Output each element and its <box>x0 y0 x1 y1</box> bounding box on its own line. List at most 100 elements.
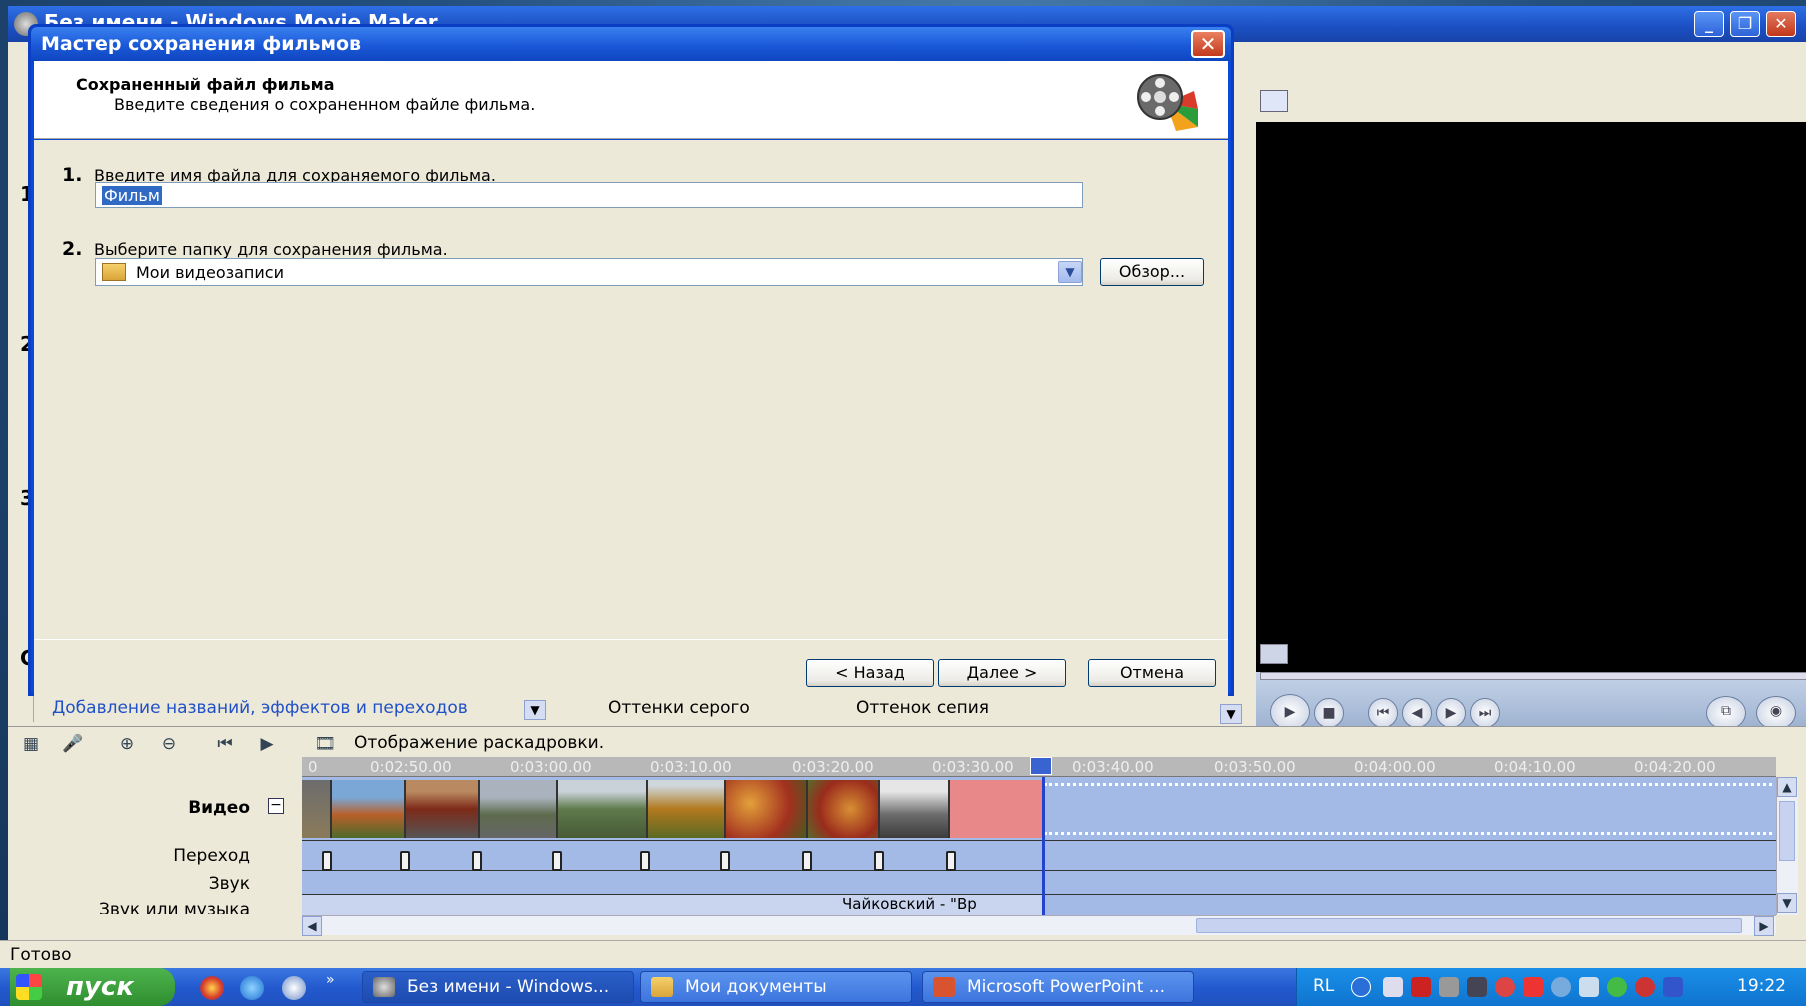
ie-icon[interactable] <box>240 976 264 1000</box>
video-clip[interactable] <box>880 780 950 838</box>
effects-link[interactable]: Добавление названий, эффектов и переходо… <box>52 698 468 718</box>
preview-monitor <box>1256 122 1806 672</box>
taskbar: пуск » Без имени - Windows... Мои докуме… <box>0 968 1806 1006</box>
transition-marker[interactable] <box>472 851 482 871</box>
network-icon[interactable] <box>1579 977 1599 997</box>
chevron-down-icon[interactable]: ▼ <box>1058 261 1082 283</box>
video-clip[interactable] <box>332 780 406 838</box>
tick-label: 0:03:00.00 <box>510 758 592 776</box>
task-my-documents[interactable]: Мои документы <box>640 971 912 1003</box>
fullscreen-icon[interactable] <box>1260 644 1288 664</box>
transition-marker[interactable] <box>802 851 812 871</box>
rewind-icon[interactable]: ⏮ <box>214 733 236 755</box>
video-clip[interactable] <box>480 780 558 838</box>
scroll-thumb[interactable] <box>1779 801 1795 861</box>
split-icon[interactable]: ⧉ <box>1706 696 1746 730</box>
language-indicator[interactable]: RL <box>1313 976 1334 996</box>
filmstrip-icon[interactable]: 🎞 <box>314 733 336 755</box>
timeline-tracks: Чайковский - "Вр <box>302 777 1776 915</box>
tray-app-icon[interactable] <box>1607 977 1627 997</box>
main-close-button[interactable]: ✕ <box>1766 11 1796 37</box>
video-clip[interactable] <box>648 780 726 838</box>
vertical-scrollbar[interactable]: ▲ ▼ <box>1776 777 1798 915</box>
tick-label: 0:03:20.00 <box>792 758 874 776</box>
zoom-in-icon[interactable]: ⊕ <box>116 733 138 755</box>
tick-label: 0:04:10.00 <box>1494 758 1576 776</box>
quicklaunch-more-icon[interactable]: » <box>326 972 335 988</box>
narrate-icon[interactable]: 🎤 <box>62 733 84 755</box>
audio-track[interactable] <box>302 871 1776 895</box>
video-clip[interactable] <box>406 780 480 838</box>
playhead-handle[interactable] <box>1030 757 1052 775</box>
chevron-down-icon[interactable]: ▼ <box>524 700 546 720</box>
video-clip-title[interactable] <box>950 780 1042 838</box>
preview-toolbar <box>1248 42 1806 122</box>
tray-app-icon[interactable] <box>1383 977 1403 997</box>
opera-icon[interactable] <box>200 976 224 1000</box>
transition-marker[interactable] <box>640 851 650 871</box>
video-clip[interactable] <box>302 780 332 838</box>
next-button[interactable]: Далее > <box>938 659 1066 687</box>
scroll-up-icon[interactable]: ▲ <box>1777 777 1797 797</box>
task-powerpoint[interactable]: Microsoft PowerPoint ... <box>922 971 1194 1003</box>
transition-marker[interactable] <box>874 851 884 871</box>
transition-marker[interactable] <box>400 851 410 871</box>
tick-label: 0:04:00.00 <box>1354 758 1436 776</box>
video-clip[interactable] <box>808 780 880 838</box>
scroll-right-icon[interactable]: ▶ <box>1754 916 1774 936</box>
step-forward-icon[interactable]: ▶ <box>1436 698 1466 728</box>
dialog-close-button[interactable]: ✕ <box>1191 30 1225 58</box>
tray-app-icon[interactable] <box>1439 977 1459 997</box>
tray-app-icon[interactable] <box>1467 977 1487 997</box>
stop-icon[interactable]: ■ <box>1314 698 1344 728</box>
scroll-left-icon[interactable]: ◀ <box>302 916 322 936</box>
horizontal-scrollbar[interactable]: ◀ ▶ <box>302 915 1776 936</box>
transition-track[interactable] <box>302 841 1776 871</box>
video-track[interactable] <box>302 777 1776 841</box>
previous-icon[interactable]: ⏮ <box>1368 698 1398 728</box>
collapse-icon[interactable]: − <box>268 798 284 814</box>
play-timeline-icon[interactable]: ▶ <box>256 733 278 755</box>
next-icon[interactable]: ⏭ <box>1470 698 1500 728</box>
effect-grayscale[interactable]: Оттенки серого <box>608 698 750 718</box>
storyboard-toggle[interactable]: Отображение раскадровки. <box>354 733 604 753</box>
music-clip[interactable]: Чайковский - "Вр <box>302 895 1044 915</box>
windows-logo-icon <box>16 974 42 1000</box>
tray-app-icon[interactable] <box>1635 977 1655 997</box>
restore-button[interactable]: ❐ <box>1730 11 1760 37</box>
tick-label: 0:03:50.00 <box>1214 758 1296 776</box>
tray-expand-icon[interactable] <box>1351 977 1371 997</box>
cancel-button[interactable]: Отмена <box>1088 659 1216 687</box>
storyboard-icon[interactable]: ▦ <box>20 733 42 755</box>
scroll-down-icon[interactable]: ▼ <box>1777 893 1797 913</box>
step-back-icon[interactable]: ◀ <box>1402 698 1432 728</box>
transition-marker[interactable] <box>946 851 956 871</box>
video-track-label: Видео <box>188 798 250 818</box>
ati-icon[interactable] <box>1411 977 1431 997</box>
snapshot-icon[interactable]: ◉ <box>1756 696 1796 730</box>
chevron-down-icon[interactable]: ▼ <box>1220 704 1242 724</box>
back-button[interactable]: < Назад <box>806 659 934 687</box>
play-icon[interactable]: ▶ <box>1270 694 1310 730</box>
tray-app-icon[interactable] <box>1663 977 1683 997</box>
browse-button[interactable]: Обзор... <box>1100 258 1204 286</box>
view-options-icon[interactable] <box>1260 90 1288 112</box>
video-clip[interactable] <box>726 780 808 838</box>
minimize-button[interactable]: _ <box>1694 11 1724 37</box>
media-player-icon[interactable] <box>282 976 306 1000</box>
tray-app-icon[interactable] <box>1551 977 1571 997</box>
task-movie-maker[interactable]: Без имени - Windows... <box>362 971 634 1003</box>
folder-select[interactable]: Мои видеозаписи ▼ <box>95 258 1083 286</box>
video-clip[interactable] <box>558 780 648 838</box>
tray-app-icon[interactable] <box>1495 977 1515 997</box>
antivirus-icon[interactable] <box>1523 977 1543 997</box>
scroll-thumb[interactable] <box>1196 918 1742 933</box>
seek-bar[interactable] <box>1260 672 1806 680</box>
transition-marker[interactable] <box>322 851 332 871</box>
transition-marker[interactable] <box>720 851 730 871</box>
filename-input[interactable]: Фильм <box>95 182 1083 208</box>
effect-sepia[interactable]: Оттенок сепия <box>856 698 989 718</box>
transition-marker[interactable] <box>552 851 562 871</box>
dialog-titlebar[interactable]: Мастер сохранения фильмов ✕ <box>31 27 1231 61</box>
zoom-out-icon[interactable]: ⊖ <box>158 733 180 755</box>
